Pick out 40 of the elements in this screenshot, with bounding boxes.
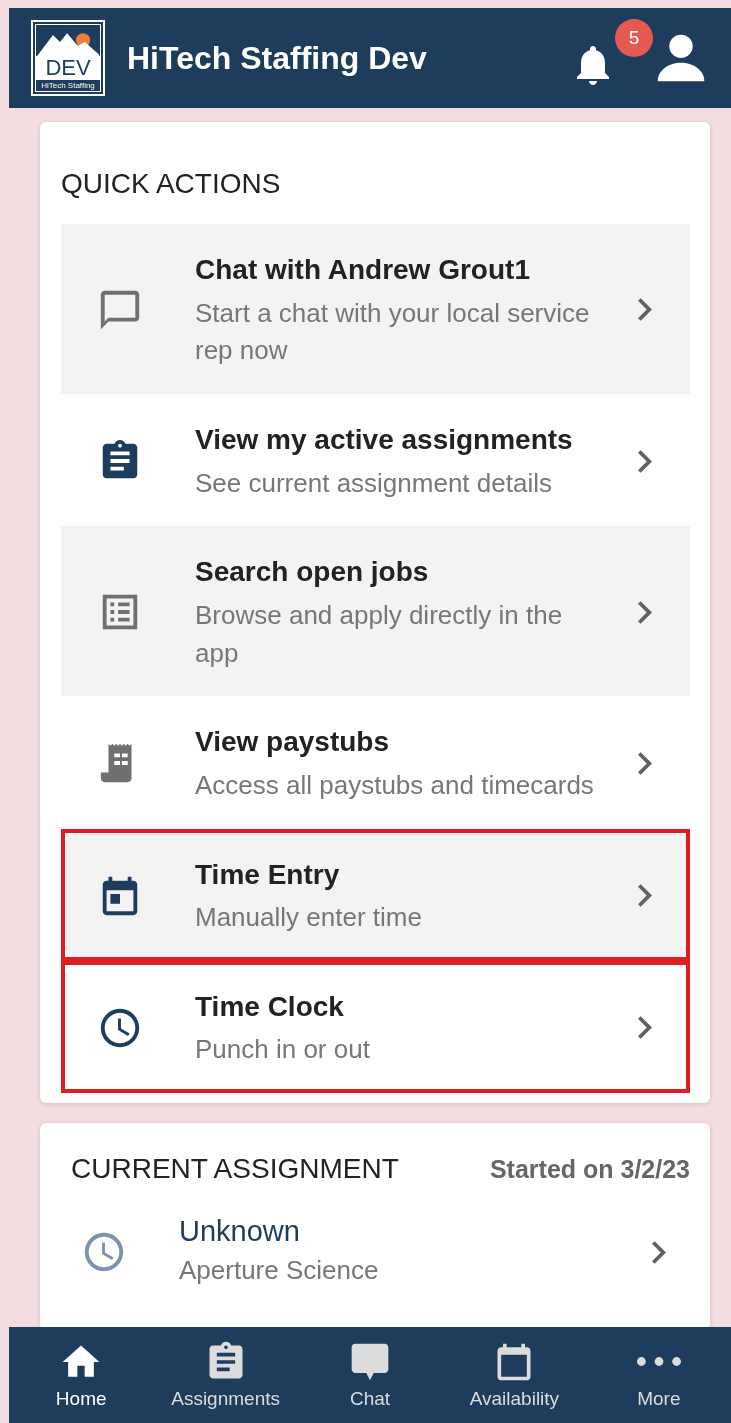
action-subtitle: Manually enter time	[195, 901, 423, 935]
section-title: CURRENT ASSIGNMENT	[71, 1153, 399, 1186]
action-subtitle: Browse and apply directly in the app	[195, 598, 564, 670]
quick-action-item[interactable]: Time Entry Manually enter time	[61, 828, 690, 961]
section-title: QUICK ACTIONS	[61, 168, 282, 200]
notification-count: 5	[615, 19, 653, 57]
app-title: HiTech Staffing Dev	[127, 39, 428, 77]
quick-action-item[interactable]: Search open jobs Browse and apply directly in the app	[61, 526, 690, 697]
action-subtitle: See current assignment details	[195, 466, 553, 500]
action-title: Chat with Andrew Grout1	[195, 253, 531, 287]
assignment-company: Aperture Science	[179, 1254, 380, 1288]
nav-tab[interactable]: Availability	[442, 1327, 587, 1423]
action-subtitle: Punch in or out	[195, 1033, 371, 1067]
quick-action-item[interactable]: View paystubs Access all paystubs and timecards	[61, 696, 690, 829]
chevron-right-icon	[652, 1240, 666, 1264]
quick-action-item[interactable]: View my active assignments See current assignment details	[61, 393, 690, 527]
more-icon	[636, 1357, 681, 1366]
action-title: Search open jobs	[195, 555, 430, 590]
nav-tab[interactable]: Home	[9, 1327, 154, 1423]
nav-tab[interactable]: More	[586, 1327, 731, 1423]
chevron-right-icon	[638, 751, 652, 775]
chevron-right-icon	[638, 298, 652, 322]
action-subtitle: Start a chat with your local service rep now	[195, 296, 591, 368]
action-title: View my active assignments	[195, 422, 574, 457]
action-title: Time Clock	[195, 989, 345, 1024]
assignment-title: Unknown	[179, 1215, 301, 1249]
action-subtitle: Access all paystubs and timecards	[195, 768, 595, 802]
action-title: View paystubs	[195, 725, 390, 760]
nav-tab[interactable]: Assignments	[153, 1327, 298, 1423]
logo-text: DEV	[36, 56, 100, 80]
assignment-item[interactable]: Unknown Aperture Science	[71, 1185, 690, 1290]
action-title: Time Entry	[195, 857, 341, 892]
quick-action-item[interactable]: Time Clock Punch in or out	[61, 960, 690, 1094]
chevron-right-icon	[638, 449, 652, 473]
chevron-right-icon	[638, 600, 652, 624]
chevron-right-icon	[638, 884, 652, 908]
chevron-right-icon	[638, 1016, 652, 1040]
start-date: Started on 3/2/23	[489, 1154, 690, 1184]
quick-action-item[interactable]: Chat with Andrew Grout1 Start a chat with your local service rep now	[61, 224, 690, 394]
nav-tab[interactable]: Chat	[297, 1327, 443, 1423]
